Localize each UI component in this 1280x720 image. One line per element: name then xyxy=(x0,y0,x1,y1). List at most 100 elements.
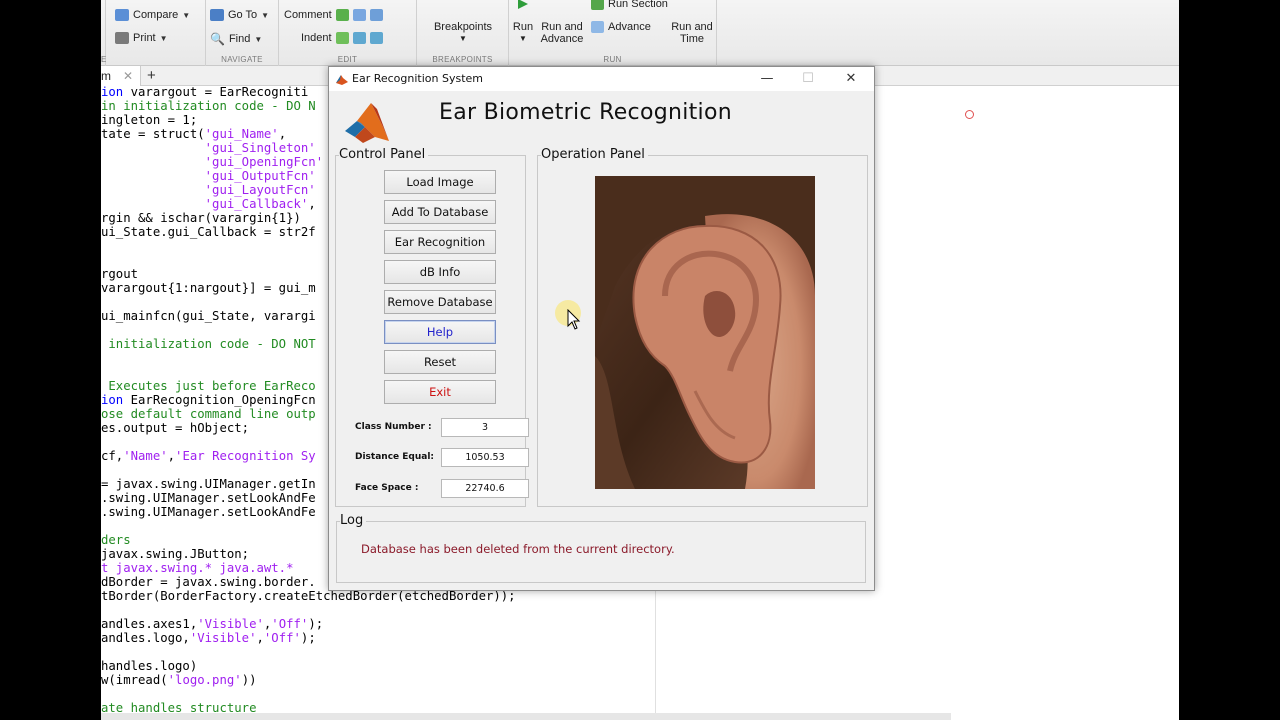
code-line: 'gui_LayoutFcn' xyxy=(101,183,316,197)
code-token: ion xyxy=(101,85,131,99)
code-token: w(imread( xyxy=(101,673,168,687)
run-and-time-button[interactable]: Run and Time xyxy=(667,21,717,45)
code-token: 'gui_Singleton' xyxy=(204,141,316,155)
window-titlebar[interactable]: Ear Recognition System — ☐ ✕ xyxy=(329,67,874,91)
run-time-label-1: Run and xyxy=(671,21,713,33)
code-line: rgout xyxy=(101,267,138,281)
code-line: varargout{1:nargout}] = gui_m xyxy=(101,281,316,295)
code-token: , xyxy=(256,631,264,645)
code-token: ui_State.gui_Callback = str2f xyxy=(101,225,316,239)
find-icon: 🔍 xyxy=(210,32,225,46)
print-label: Print xyxy=(133,32,156,44)
code-line: javax.swing.JButton; xyxy=(101,547,249,561)
goto-icon xyxy=(210,9,224,21)
code-line: .swing.UIManager.setLookAndFe xyxy=(101,505,316,519)
app-title: Ear Biometric Recognition xyxy=(439,100,732,125)
code-token: 'gui_OpeningFcn' xyxy=(204,155,324,169)
code-token: 'Name' xyxy=(123,449,168,463)
code-token: )) xyxy=(241,673,257,687)
minimize-button[interactable]: — xyxy=(752,69,782,89)
code-line: dBorder = javax.swing.border. xyxy=(101,575,316,589)
close-button[interactable]: ✕ xyxy=(836,69,866,89)
code-token: 'logo.png' xyxy=(167,673,242,687)
code-token: , xyxy=(167,449,176,463)
code-token: ders xyxy=(101,533,131,547)
matlab-app-icon xyxy=(336,75,348,85)
run-section-button[interactable]: Run Section xyxy=(591,0,668,10)
breakpoints-label: Breakpoints xyxy=(433,21,493,33)
run-advance-label-1: Run and xyxy=(541,21,583,33)
toolstrip-group-compare: Compare ▼ Print ▼ xyxy=(106,0,206,66)
run-and-advance-button[interactable]: Run and Advance xyxy=(539,21,585,45)
reset-button[interactable]: Reset xyxy=(384,350,496,374)
code-line: ion EarRecognition_OpeningFcn xyxy=(101,393,316,407)
code-line: 'gui_Singleton' xyxy=(101,141,316,155)
code-token: varargout{1:nargout}] = gui_m xyxy=(101,281,316,295)
run-button[interactable]: Run ▼ xyxy=(509,0,537,45)
add-tab-button[interactable]: + xyxy=(147,66,156,85)
smart-indent-icon xyxy=(335,32,349,44)
log-panel: Log Database has been deleted from the c… xyxy=(336,513,866,583)
run-label: Run xyxy=(512,21,534,33)
code-token: 'gui_Callback' xyxy=(204,197,309,211)
db-info-button[interactable]: dB Info xyxy=(384,260,496,284)
compare-button[interactable]: Compare ▼ xyxy=(115,9,190,21)
code-token: .swing.UIManager.setLookAndFe xyxy=(101,505,316,519)
code-token: Executes just before EarReco xyxy=(101,379,316,393)
exit-button[interactable]: Exit xyxy=(384,380,496,404)
find-button[interactable]: 🔍 Find ▼ xyxy=(210,32,262,46)
code-token: es.output = hObject; xyxy=(101,421,250,435)
comment-button[interactable]: Comment xyxy=(284,9,383,21)
advance-button[interactable]: Advance xyxy=(591,21,651,33)
code-token: ion xyxy=(101,393,131,407)
editor-tab[interactable]: m xyxy=(101,66,141,86)
class-number-field[interactable]: 3 xyxy=(441,418,529,437)
code-token: 'gui_OutputFcn' xyxy=(204,169,316,183)
editor-tab-label: m xyxy=(101,69,111,83)
code-token: handles.logo) xyxy=(101,659,198,673)
run-advance-label-2: Advance xyxy=(540,33,584,45)
code-token: ); xyxy=(300,631,316,645)
code-line: .swing.UIManager.setLookAndFe xyxy=(101,491,316,505)
breakpoints-button[interactable]: Breakpoints ▼ xyxy=(425,21,501,45)
code-line: 'gui_OpeningFcn' xyxy=(101,155,323,169)
group-label-run: RUN xyxy=(603,55,622,64)
goto-button[interactable]: Go To ▼ xyxy=(210,9,269,21)
decrease-indent-icon xyxy=(369,32,383,44)
print-button[interactable]: Print ▼ xyxy=(115,32,168,44)
remove-database-button[interactable]: Remove Database xyxy=(384,290,496,314)
code-token: varargout = EarRecogniti xyxy=(130,85,309,99)
print-icon xyxy=(115,32,129,44)
control-panel: Control Panel Load Image Add To Database… xyxy=(335,147,529,507)
code-token: cf, xyxy=(101,449,124,463)
code-line: initialization code - DO NOT xyxy=(101,337,316,351)
face-space-field[interactable]: 22740.6 xyxy=(441,479,529,498)
help-button[interactable]: Help xyxy=(384,320,496,344)
distance-equal-field[interactable]: 1050.53 xyxy=(441,448,529,467)
chevron-down-icon: ▼ xyxy=(254,34,263,44)
load-image-button[interactable]: Load Image xyxy=(384,170,496,194)
close-tab-icon[interactable]: ✕ xyxy=(123,66,133,86)
add-to-database-button[interactable]: Add To Database xyxy=(384,200,496,224)
class-number-label: Class Number : xyxy=(355,422,432,432)
indent-button[interactable]: Indent xyxy=(301,32,383,44)
code-line: cf,'Name','Ear Recognition Sy xyxy=(101,449,316,463)
wrap-icon xyxy=(369,9,383,21)
chevron-down-icon: ▼ xyxy=(519,34,527,43)
ear-recognition-button[interactable]: Ear Recognition xyxy=(384,230,496,254)
maximize-button[interactable]: ☐ xyxy=(793,69,823,89)
goto-label: Go To xyxy=(228,9,258,21)
code-token: , xyxy=(278,127,287,141)
code-token: ingleton = 1; xyxy=(101,113,198,127)
increase-indent-icon xyxy=(352,32,366,44)
code-token: tBorder(BorderFactory.createEtchedBorder… xyxy=(101,589,516,603)
code-token: initialization code - DO NOT xyxy=(101,337,316,351)
toolstrip-group-navigate: Go To ▼ 🔍 Find ▼ NAVIGATE xyxy=(206,0,279,66)
horizontal-scrollbar[interactable] xyxy=(101,713,951,720)
toolstrip: E Compare ▼ Print ▼ Go To ▼ 🔍 Find ▼ NAV… xyxy=(101,0,1179,66)
compare-icon xyxy=(115,9,129,21)
